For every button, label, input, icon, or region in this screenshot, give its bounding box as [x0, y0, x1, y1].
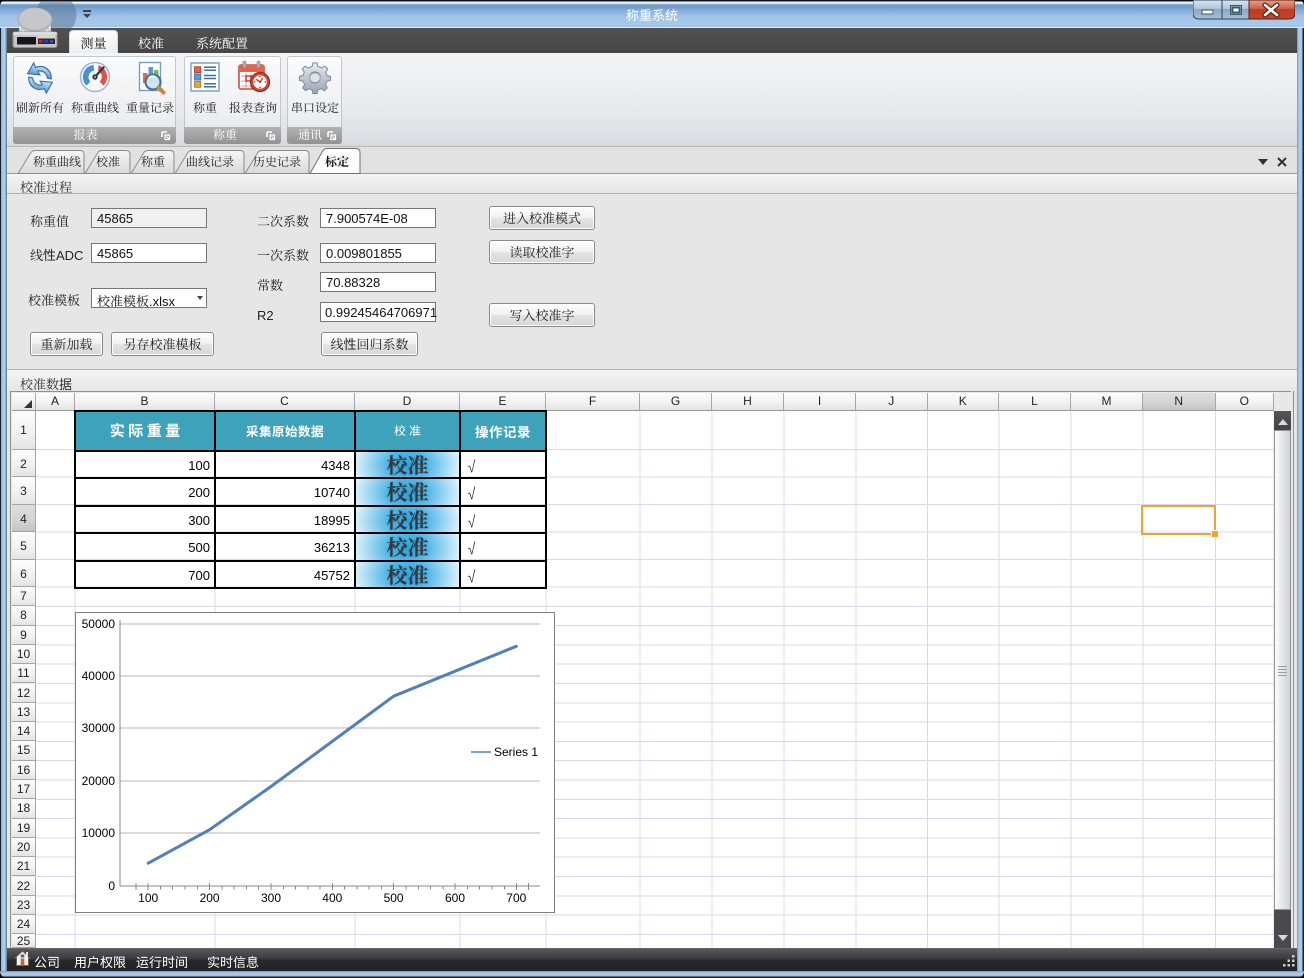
svg-text:40000: 40000 — [82, 669, 116, 683]
svg-text:10000: 10000 — [82, 826, 116, 840]
svg-text:30000: 30000 — [82, 721, 116, 735]
svg-text:600: 600 — [445, 891, 465, 905]
svg-text:20000: 20000 — [82, 774, 116, 788]
svg-text:50000: 50000 — [82, 617, 116, 631]
svg-text:700: 700 — [506, 891, 526, 905]
svg-text:0: 0 — [108, 879, 115, 893]
svg-text:100: 100 — [138, 891, 158, 905]
svg-text:300: 300 — [261, 891, 281, 905]
svg-text:500: 500 — [384, 891, 404, 905]
svg-text:400: 400 — [322, 891, 342, 905]
svg-text:Series 1: Series 1 — [494, 745, 538, 759]
svg-text:200: 200 — [200, 891, 220, 905]
